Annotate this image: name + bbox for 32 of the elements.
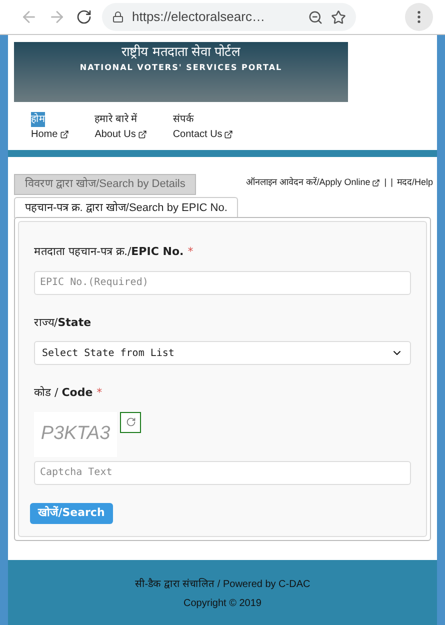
search-tab[interactable]: पहचान-पत्र क्र. द्वारा खोज/Search by EPIC No. xyxy=(14,197,238,218)
state-select[interactable]: Select State from List xyxy=(34,341,411,365)
nav-link[interactable]: संपर्क Contact Us xyxy=(172,112,234,142)
external-link-icon xyxy=(138,130,147,139)
zoom-out-icon[interactable] xyxy=(308,10,323,24)
nav-link[interactable]: होम Home xyxy=(31,112,69,142)
field-label: कोड / Code xyxy=(34,385,93,401)
external-link-icon xyxy=(60,130,69,139)
banner-title-english: NATIONAL VOTERS' SERVICES PORTAL xyxy=(80,62,282,74)
url-text: https://electoralsearc… xyxy=(132,8,265,26)
captcha-image: P3KTA3 xyxy=(34,412,117,456)
reload-icon[interactable] xyxy=(76,9,92,25)
copyright-text: Copyright © 2019 xyxy=(184,596,262,610)
nav-link[interactable]: हमारे बारे में About Us xyxy=(94,112,147,142)
external-link-icon xyxy=(224,130,234,139)
apply-online-link[interactable]: ऑनलाइन आवेदन करें/Apply Online xyxy=(246,176,380,190)
required-mark: * xyxy=(188,244,194,260)
star-icon[interactable] xyxy=(331,10,346,24)
external-link-icon xyxy=(372,178,380,187)
field-label: राज्य/State xyxy=(34,314,92,330)
search-tab[interactable]: विवरण द्वारा खोज/Search by Details xyxy=(14,174,196,195)
banner-title-hindi: राष्ट्रीय मतदाता सेवा पोर्टल xyxy=(121,44,241,62)
refresh-captcha-button[interactable] xyxy=(120,412,141,432)
field-label: मतदाता पहचान-पत्र क्र./EPIC No. xyxy=(34,244,184,260)
required-mark: * xyxy=(96,385,102,401)
epic-input-field[interactable]: EPIC No.(Required) xyxy=(34,270,411,294)
captcha-input-field[interactable]: Captcha Text xyxy=(34,460,411,484)
lock-icon xyxy=(112,11,124,23)
address-bar[interactable]: https://electoralsearc… xyxy=(102,3,356,31)
top-link[interactable]: मदद/Help xyxy=(396,176,433,190)
powered-by-text: सी-डैक द्वारा संचालित / Powered by C-DAC xyxy=(134,577,310,592)
refresh-icon xyxy=(126,417,136,427)
